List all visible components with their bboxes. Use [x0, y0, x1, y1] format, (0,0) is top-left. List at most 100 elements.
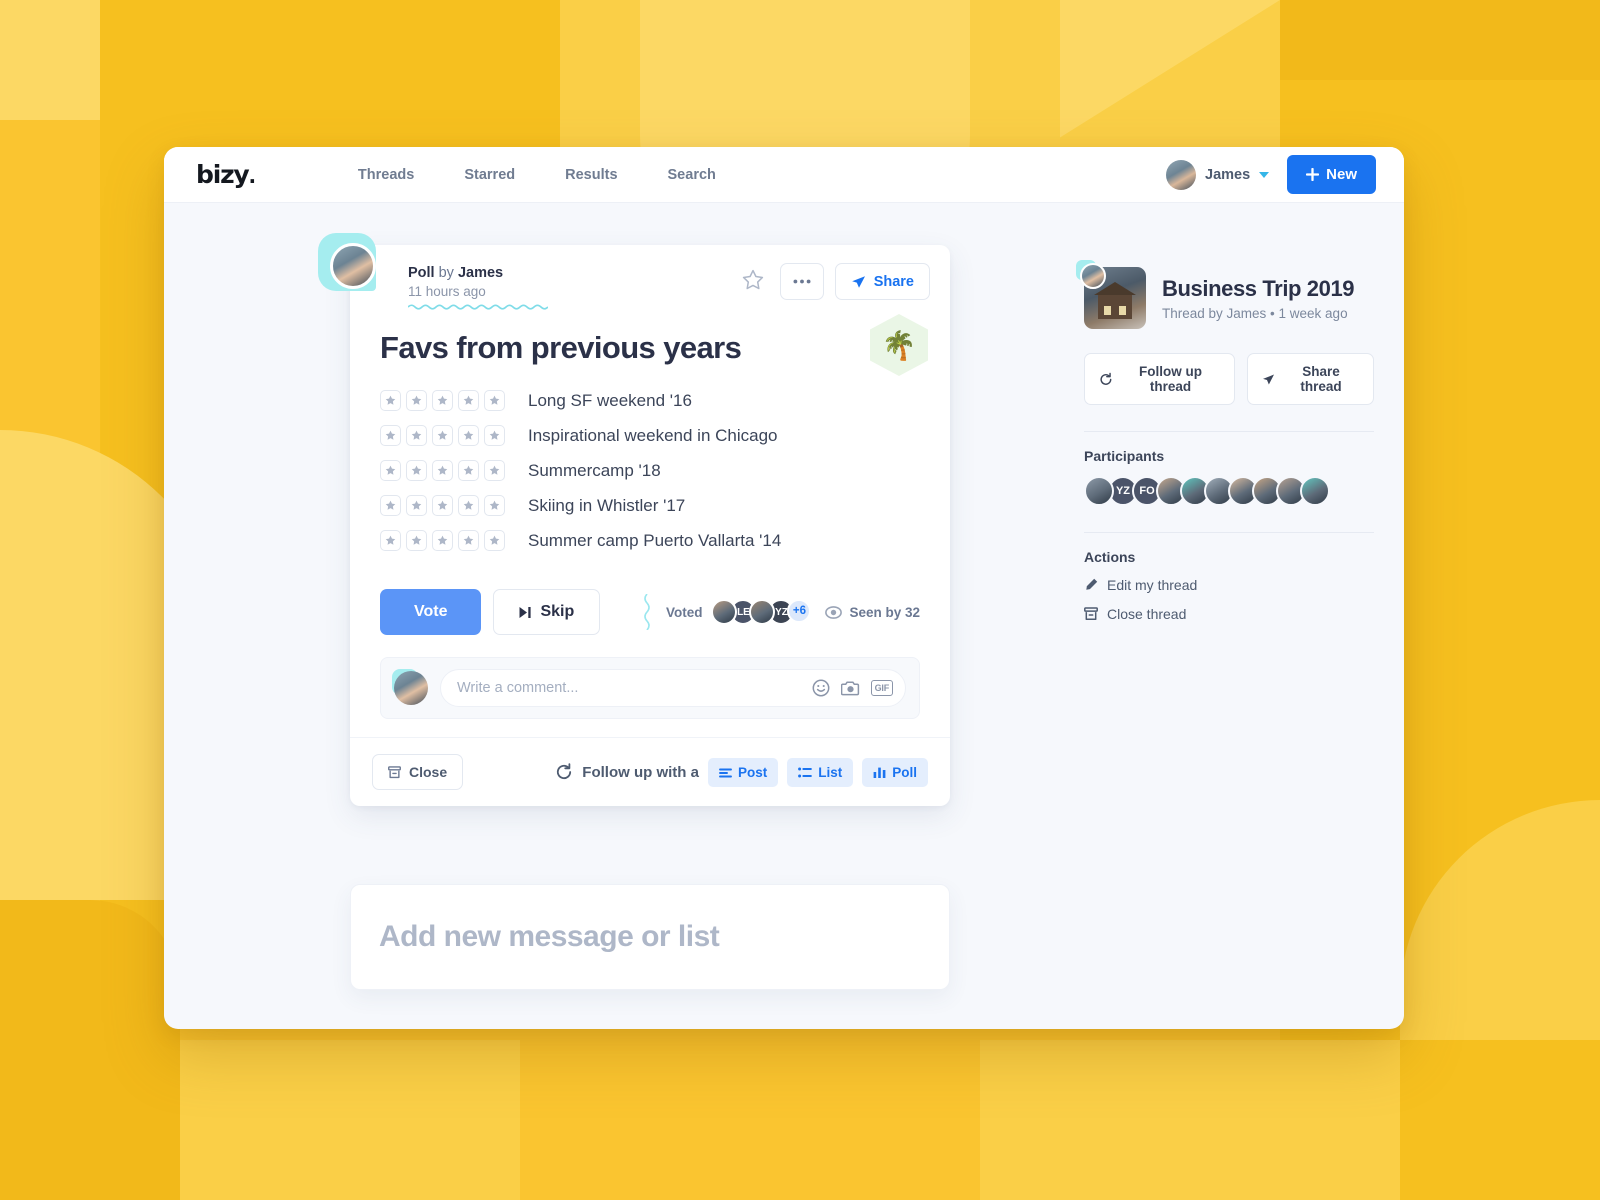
star-rating-control[interactable]	[380, 460, 505, 481]
star-rating-button[interactable]	[380, 530, 401, 551]
poster-avatar[interactable]	[330, 243, 376, 289]
close-poll-button[interactable]: Close	[372, 754, 464, 790]
star-icon	[385, 535, 396, 545]
comment-avatar-group	[392, 669, 428, 705]
star-rating-control[interactable]	[380, 530, 505, 551]
gif-icon[interactable]: GIF	[870, 680, 893, 696]
star-rating-button[interactable]	[484, 530, 505, 551]
palm-tree-icon: 🌴	[881, 329, 917, 361]
nav-item-search[interactable]: Search	[643, 167, 741, 183]
star-rating-button[interactable]	[380, 460, 401, 481]
star-rating-button[interactable]	[406, 495, 427, 516]
top-navigation-bar: bizy. Threads Starred Results Search Jam…	[164, 147, 1404, 203]
star-rating-button[interactable]	[432, 530, 453, 551]
nav-item-threads[interactable]: Threads	[333, 167, 439, 183]
star-icon	[385, 500, 396, 510]
star-rating-control[interactable]	[380, 495, 505, 516]
thread-thumbnail-group	[1076, 260, 1146, 329]
star-icon	[411, 395, 422, 405]
star-rating-button[interactable]	[432, 425, 453, 446]
nav-item-results[interactable]: Results	[540, 167, 642, 183]
avatar[interactable]	[1300, 476, 1330, 506]
comment-input[interactable]	[457, 680, 812, 696]
sidebar-divider	[1084, 532, 1374, 533]
star-rating-button[interactable]	[432, 495, 453, 516]
poll-option-label: Summercamp '18	[528, 460, 661, 480]
thread-header: Business Trip 2019 Thread by James • 1 w…	[1076, 260, 1374, 329]
star-rating-button[interactable]	[484, 495, 505, 516]
vote-meta: Voted LE YZ +6 Seen by 32	[642, 594, 920, 630]
new-button[interactable]: New	[1287, 155, 1376, 194]
vote-button[interactable]: Vote	[380, 589, 482, 635]
cabin-window-shape	[1119, 306, 1126, 315]
star-rating-button[interactable]	[432, 390, 453, 411]
star-rating-button[interactable]	[406, 460, 427, 481]
star-icon	[463, 430, 474, 440]
share-button[interactable]: Share	[834, 263, 930, 300]
poll-byline: Poll by James	[408, 265, 548, 281]
star-rating-button[interactable]	[380, 390, 401, 411]
user-menu[interactable]: James	[1166, 159, 1270, 190]
poster-avatar-group	[318, 233, 380, 295]
star-rating-control[interactable]	[380, 390, 505, 411]
star-rating-button[interactable]	[406, 425, 427, 446]
follow-up-list-chip[interactable]: List	[787, 757, 854, 787]
star-icon	[411, 535, 422, 545]
star-rating-button[interactable]	[484, 425, 505, 446]
follow-up-thread-button[interactable]: Follow up thread	[1084, 353, 1236, 405]
star-icon	[463, 535, 474, 545]
voted-more-badge[interactable]: +6	[787, 599, 812, 623]
app-window: bizy. Threads Starred Results Search Jam…	[164, 147, 1404, 1029]
follow-up-poll-chip[interactable]: Poll	[862, 757, 928, 787]
voted-group[interactable]: Voted LE YZ +6	[666, 599, 812, 625]
poll-card: Poll by James 11 hours ago Share 🌴 Favs …	[318, 233, 950, 806]
chevron-down-icon	[1259, 171, 1270, 178]
star-rating-button[interactable]	[458, 425, 479, 446]
star-rating-button[interactable]	[432, 460, 453, 481]
content-area: Poll by James 11 hours ago Share 🌴 Favs …	[164, 203, 1404, 1029]
star-button[interactable]	[737, 264, 769, 299]
app-logo[interactable]: bizy.	[196, 160, 257, 189]
more-options-button[interactable]	[779, 263, 824, 300]
bg-shape	[980, 1040, 1400, 1200]
star-rating-button[interactable]	[484, 460, 505, 481]
star-icon	[437, 395, 448, 405]
skip-button[interactable]: Skip	[493, 589, 601, 635]
follow-up-post-chip[interactable]: Post	[707, 757, 779, 787]
star-rating-button[interactable]	[406, 530, 427, 551]
edit-my-thread-action[interactable]: Edit my thread	[1084, 577, 1374, 593]
poll-option-label: Long SF weekend '16	[528, 390, 692, 410]
star-rating-button[interactable]	[380, 495, 401, 516]
star-rating-control[interactable]	[380, 425, 505, 446]
seen-group: Seen by 32	[825, 605, 920, 620]
star-rating-button[interactable]	[458, 460, 479, 481]
poll-option-label: Summer camp Puerto Vallarta '14	[528, 530, 782, 550]
star-rating-button[interactable]	[484, 390, 505, 411]
poll-type-label: Poll	[408, 265, 435, 281]
star-icon	[463, 500, 474, 510]
follow-up-group: Follow up with a Post List Poll	[555, 757, 928, 787]
list-bullets-icon	[798, 767, 813, 777]
camera-icon[interactable]	[840, 680, 860, 696]
user-name: James	[1205, 166, 1251, 183]
star-rating-button[interactable]	[458, 530, 479, 551]
nav-item-starred[interactable]: Starred	[439, 167, 540, 183]
actions-title: Actions	[1084, 549, 1136, 565]
star-rating-button[interactable]	[380, 425, 401, 446]
comment-composer: GIF	[380, 657, 920, 719]
emoji-icon[interactable]	[812, 679, 830, 697]
top-bar-right: James New	[1166, 155, 1376, 194]
star-rating-button[interactable]	[458, 495, 479, 516]
star-rating-button[interactable]	[406, 390, 427, 411]
logo-dot: .	[248, 164, 257, 188]
star-rating-button[interactable]	[458, 390, 479, 411]
share-thread-button[interactable]: Share thread	[1247, 353, 1374, 405]
add-new-message-card[interactable]: Add new message or list	[350, 884, 950, 990]
cabin-window-shape	[1104, 306, 1111, 315]
bg-shape	[0, 900, 180, 1200]
participants-list: YZ FO	[1084, 476, 1374, 506]
avatar[interactable]	[1084, 476, 1114, 506]
close-thread-action[interactable]: Close thread	[1084, 606, 1374, 622]
star-icon	[437, 465, 448, 475]
sidebar-divider	[1084, 431, 1374, 432]
